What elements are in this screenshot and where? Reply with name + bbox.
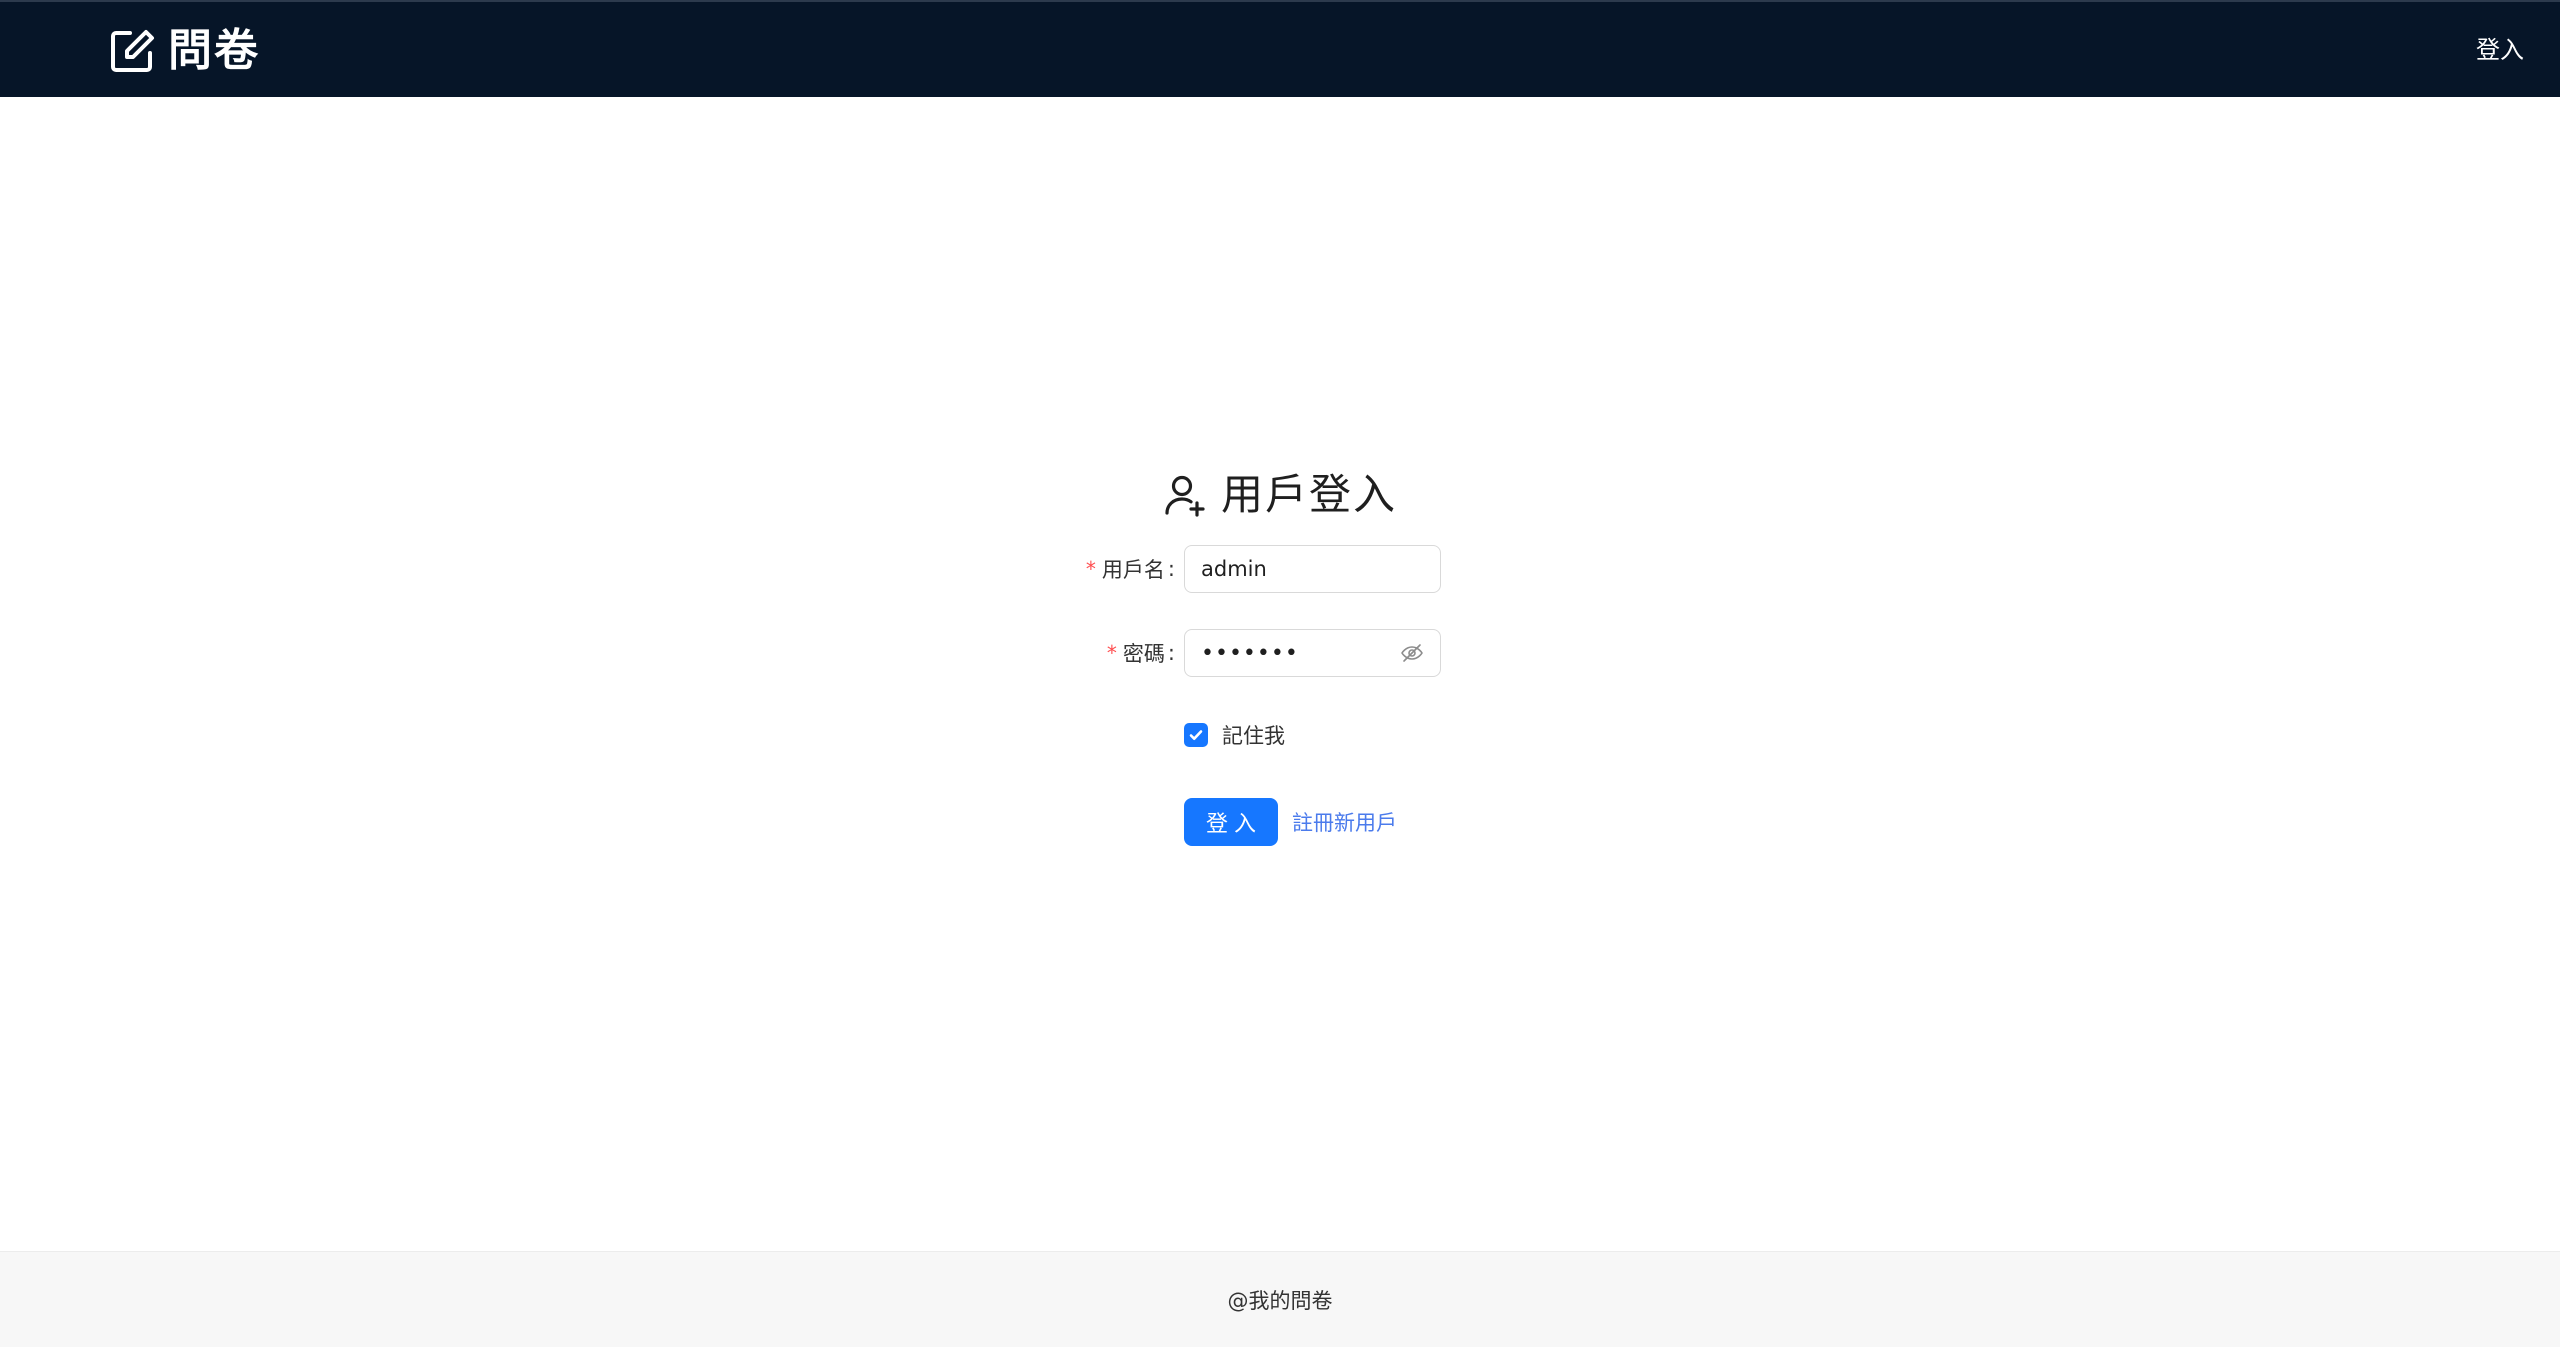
footer-text: @我的問卷 [1227,1288,1333,1313]
label-colon: : [1167,557,1175,581]
edit-icon [111,30,154,72]
username-row: * 用戶名 : admin [0,545,2560,593]
form-actions: 登入 註冊新用戶 [1184,798,1397,846]
login-title: 用戶登入 [0,467,2560,523]
username-input[interactable]: admin [1184,545,1441,593]
login-page: 用戶登入 * 用戶名 : admin * 密碼 : ••••••• 記住我 登入… [0,97,2560,1251]
remember-me-label: 記住我 [1222,724,1285,748]
password-value: ••••••• [1201,640,1299,666]
remember-me-checkbox[interactable]: 記住我 [1184,721,1285,749]
register-link[interactable]: 註冊新用戶 [1292,807,1397,837]
required-mark: * [1106,641,1117,665]
login-title-text: 用戶登入 [1220,470,1397,519]
header-login-link[interactable]: 登入 [2476,32,2524,68]
footer: @我的問卷 [0,1251,2560,1347]
password-label: * 密碼 : [1107,629,1175,677]
required-mark: * [1085,557,1096,581]
login-button[interactable]: 登入 [1184,798,1278,846]
top-navbar: 問卷 登入 [0,0,2560,97]
eye-invisible-icon[interactable] [1400,641,1424,665]
label-colon: : [1167,641,1175,665]
user-add-icon [1165,475,1205,517]
logo-text: 問卷 [168,25,260,76]
username-label-text: 用戶名 [1101,558,1165,582]
password-label-text: 密碼 [1122,642,1165,666]
username-value: admin [1201,557,1267,581]
password-row: * 密碼 : ••••••• [0,629,2560,677]
password-input[interactable]: ••••••• [1184,629,1441,677]
checkbox-checked[interactable] [1184,723,1208,747]
logo-link[interactable]: 問卷 [108,26,260,76]
username-label: * 用戶名 : [1086,545,1175,593]
check-icon [1189,730,1203,740]
